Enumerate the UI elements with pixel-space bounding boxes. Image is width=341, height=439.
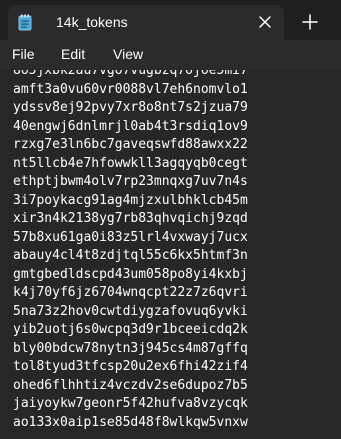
text-line: ethptjbwm4olv7rp23mnqxg7uv7n4s	[13, 174, 248, 189]
text-line: abauy4cl4t8zdjtql55c6kx5htmf3n	[13, 248, 248, 263]
text-line: 57b8xu61ga0i83z5lrl4vxwayj7ucx	[13, 229, 248, 245]
text-line: 8o5jxbk2au7vgo7vugbzq7ojoe5mi7	[13, 70, 248, 78]
text-line: jaiyoykw7geonr5f42hufva8vzycqk	[13, 396, 248, 411]
menu-bar: File Edit View	[0, 40, 341, 70]
text-line: nt5llcb4e7hfowwkll3agqyqb0cegt	[13, 155, 248, 171]
text-line: yib2uotj6s0wcpq3d9r1bceeicdq2k	[13, 322, 248, 337]
text-line: 3i7poykacg91ag4mjzxulbhklcb45m	[13, 192, 248, 208]
text-editor[interactable]: 8o5jxbk2au7vgo7vugbzq7ojoe5mi7 amft3a0vu…	[0, 70, 341, 439]
text-line: 40engwj6dnlmrjl0ab4t3rsdiq1ov9	[13, 118, 248, 134]
notepad-icon	[18, 14, 32, 31]
text-line: ohed6flhhtiz4vczdv2se6dupoz7b5	[13, 377, 248, 393]
menu-edit[interactable]: Edit	[61, 46, 85, 63]
text-line: ao133x0aip1se85d48f8wlkqw5vnxw	[13, 414, 248, 430]
menu-file[interactable]: File	[12, 46, 35, 63]
notepad-window: 14k_tokens File Edit View 8o5jxbk2au7vgo…	[0, 0, 341, 439]
plus-icon[interactable]	[300, 12, 320, 32]
text-line: tol8tyud3tfcsp20u2ex6fhi42zif4	[13, 359, 248, 374]
text-line: gmtgbedldscpd43um058po8yi4kxbj	[13, 266, 248, 282]
editor-lines: 8o5jxbk2au7vgo7vugbzq7ojoe5mi7 amft3a0vu…	[13, 70, 248, 432]
text-line: rzxg7e3ln6bc7gaveqswfd88awxx22	[13, 137, 248, 152]
text-line: amft3a0vu60vr0088vl7eh6nomvlo1	[13, 81, 248, 97]
text-line: xir3n4k2138yg7rb83qhvqichj9zqd	[13, 211, 248, 226]
title-bar: 14k_tokens	[0, 0, 341, 40]
text-line: ydssv8ej92pvy7xr8o8nt7s2jzua79	[13, 100, 248, 115]
menu-view[interactable]: View	[113, 46, 143, 63]
tab-title: 14k_tokens	[56, 14, 128, 30]
close-icon[interactable]	[256, 13, 274, 31]
text-line: 5na73z2hov0cwtdiygzafovuq6yvki	[13, 303, 248, 319]
tab-14k-tokens[interactable]: 14k_tokens	[8, 5, 284, 40]
text-line: bly00bdcw78nytn3j945cs4m87gffq	[13, 340, 248, 356]
text-line: k4j70yf6jz6704wnqcpt22z7z6qvri	[13, 285, 248, 300]
